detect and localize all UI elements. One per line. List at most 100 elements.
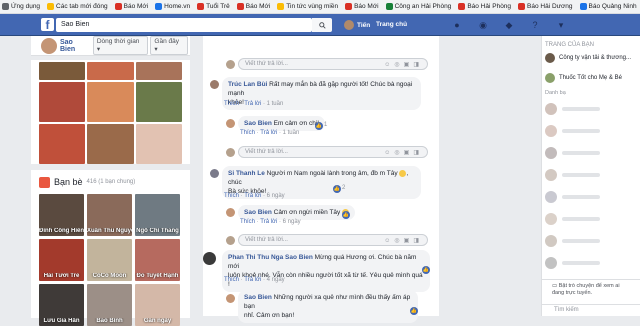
page-item[interactable]: Công ty vận tải & thương...	[542, 48, 640, 68]
comment-author[interactable]: Sao Bien	[244, 120, 272, 127]
comment-time[interactable]: 4 ngày	[267, 277, 285, 283]
like-reaction-icon[interactable]: 👍	[410, 307, 418, 315]
like-link[interactable]: Thích	[240, 130, 255, 136]
reply-link[interactable]: Trả lời	[244, 193, 261, 199]
avatar[interactable]	[210, 169, 219, 178]
bookmark-item[interactable]: Báo Mới	[345, 3, 379, 10]
reply-link[interactable]: Trả lời	[260, 219, 277, 225]
like-link[interactable]: Thích	[224, 193, 239, 199]
friend-tile[interactable]: Ngô Chí Thắng	[135, 194, 180, 236]
bookmark-item[interactable]: Các tab mới đóng	[47, 3, 108, 10]
friend-name[interactable]: Đỗ Tuyết Hạnh	[135, 273, 180, 279]
page-item[interactable]: Thuốc Tốt cho Mẹ & Bé	[542, 68, 640, 88]
photo-thumb[interactable]	[135, 62, 182, 80]
avatar[interactable]	[226, 208, 235, 217]
bookmark-item[interactable]: Báo Hải Dương	[518, 3, 573, 10]
friend-name[interactable]: Hai Tươi Tre	[39, 273, 84, 279]
comment-time[interactable]: 6 ngày	[283, 219, 301, 225]
find-friends-icon[interactable]: ●	[452, 20, 462, 30]
recent-dropdown[interactable]: Gần đây ▾	[150, 36, 188, 55]
friend-name[interactable]: CoCo Moon	[87, 273, 132, 279]
enable-chat-notice[interactable]: ▭ Bật trò chuyện để xem ai đang trực tuy…	[542, 279, 640, 303]
bookmark-item[interactable]: Tin tức vùng miền	[277, 3, 338, 10]
help-icon[interactable]: ?	[530, 20, 540, 30]
photo-thumb[interactable]	[87, 62, 134, 80]
contact-item[interactable]	[542, 164, 640, 186]
comment-author[interactable]: Sao Bien	[244, 294, 272, 301]
photo-thumb[interactable]	[87, 82, 134, 122]
friend-tile[interactable]: Đinh Công Hiền	[39, 194, 84, 236]
friend-tile[interactable]: Gấn ngày	[135, 284, 180, 326]
like-link[interactable]: Thích	[224, 277, 239, 283]
messenger-icon[interactable]: ◉	[478, 20, 488, 30]
friend-name[interactable]: Đinh Công Hiền	[39, 228, 84, 234]
facebook-logo-icon[interactable]: f	[41, 18, 54, 31]
notifications-icon[interactable]: ◆	[504, 20, 514, 30]
bookmark-item[interactable]: Báo Mới	[114, 3, 148, 10]
comment-time[interactable]: 1 tuần	[283, 130, 300, 136]
reply-link[interactable]: Trả lời	[260, 130, 277, 136]
feed-scrollbar[interactable]	[439, 36, 445, 316]
mention-link[interactable]: Sao Bien	[283, 254, 313, 261]
contact-item[interactable]	[542, 230, 640, 252]
photo-thumb[interactable]	[87, 124, 134, 164]
bookmark-item[interactable]: Báo Quảng Ninh	[579, 3, 637, 10]
home-link[interactable]: Trang chủ	[376, 21, 407, 28]
like-reaction-icon[interactable]: 👍	[315, 122, 323, 130]
search-input[interactable]: Sao Bien	[56, 18, 312, 32]
reply-input[interactable]: Viết thứ trả lời... ☺◎▣◨	[238, 146, 428, 158]
contact-item[interactable]	[542, 98, 640, 120]
photo-thumb[interactable]	[135, 82, 182, 122]
like-reaction-icon[interactable]: 👍	[342, 211, 350, 219]
contact-item[interactable]	[542, 252, 640, 274]
bookmark-item[interactable]: Home.vn	[155, 3, 190, 10]
contact-item[interactable]	[542, 186, 640, 208]
avatar[interactable]	[41, 37, 57, 54]
emoji-camera-gif-sticker-icons[interactable]: ☺◎▣◨	[384, 61, 423, 68]
friend-tile[interactable]: CoCo Moon	[87, 239, 132, 281]
bookmark-item[interactable]: Ứng dụng	[2, 3, 40, 10]
friend-tile[interactable]: Lưu Gia Hân	[39, 284, 84, 326]
profile-link[interactable]: Tiến	[344, 20, 370, 30]
comment-author[interactable]: Si Thanh Le	[228, 170, 265, 177]
photo-thumb[interactable]	[39, 82, 86, 122]
photo-thumb[interactable]	[135, 124, 182, 164]
comment-time[interactable]: 1 tuần	[267, 101, 284, 107]
friend-tile[interactable]: Đỗ Tuyết Hạnh	[135, 239, 180, 281]
search-button[interactable]	[312, 18, 332, 32]
like-link[interactable]: Thích	[224, 101, 239, 107]
friend-name[interactable]: Bảo Bình	[87, 318, 132, 324]
friend-name[interactable]: Lưu Gia Hân	[39, 318, 84, 324]
photo-thumb[interactable]	[39, 124, 86, 164]
bookmark-item[interactable]: Báo Hải Phòng	[458, 3, 511, 10]
avatar[interactable]	[210, 80, 219, 89]
timeline-dropdown[interactable]: Dòng thời gian ▾	[92, 36, 149, 55]
account-menu-icon[interactable]: ▾	[556, 20, 566, 30]
contact-item[interactable]	[542, 142, 640, 164]
contact-item[interactable]	[542, 120, 640, 142]
profile-name[interactable]: Sao Bien	[60, 39, 90, 53]
friend-tile[interactable]: Xuân Thu Nguyen	[87, 194, 132, 236]
friend-tile[interactable]: Bảo Bình	[87, 284, 132, 326]
avatar[interactable]	[226, 294, 235, 303]
friend-name[interactable]: Ngô Chí Thắng	[135, 228, 180, 234]
reply-input[interactable]: Viết thứ trả lời... ☺◎▣◨	[238, 234, 428, 246]
like-reaction-icon[interactable]: 👍	[333, 185, 341, 193]
like-reaction-icon[interactable]: 👍	[422, 266, 430, 274]
comment-author[interactable]: Sao Bien	[244, 209, 272, 216]
emoji-camera-gif-sticker-icons[interactable]: ☺◎▣◨	[384, 237, 423, 244]
avatar[interactable]	[203, 252, 216, 265]
comment-time[interactable]: 6 ngày	[267, 193, 285, 199]
comment-author[interactable]: Trúc Lan Bùi	[228, 81, 267, 88]
chat-search-input[interactable]: Tìm kiếm	[542, 304, 640, 316]
reply-link[interactable]: Trả lời	[244, 101, 261, 107]
comment-author[interactable]: Phan Thi Thu Nga	[228, 254, 283, 261]
bookmark-item[interactable]: Công an Hải Phòng	[385, 3, 451, 10]
reply-input[interactable]: Viết thứ trả lời... ☺◎▣◨	[238, 58, 428, 70]
like-link[interactable]: Thích	[240, 219, 255, 225]
bookmark-item[interactable]: Báo Mới	[236, 3, 270, 10]
photo-thumb[interactable]	[39, 62, 86, 80]
bookmark-item[interactable]: Tuổi Trẻ	[197, 3, 230, 10]
friend-name[interactable]: Xuân Thu Nguyen	[87, 228, 132, 234]
friend-tile[interactable]: Hai Tươi Tre	[39, 239, 84, 281]
